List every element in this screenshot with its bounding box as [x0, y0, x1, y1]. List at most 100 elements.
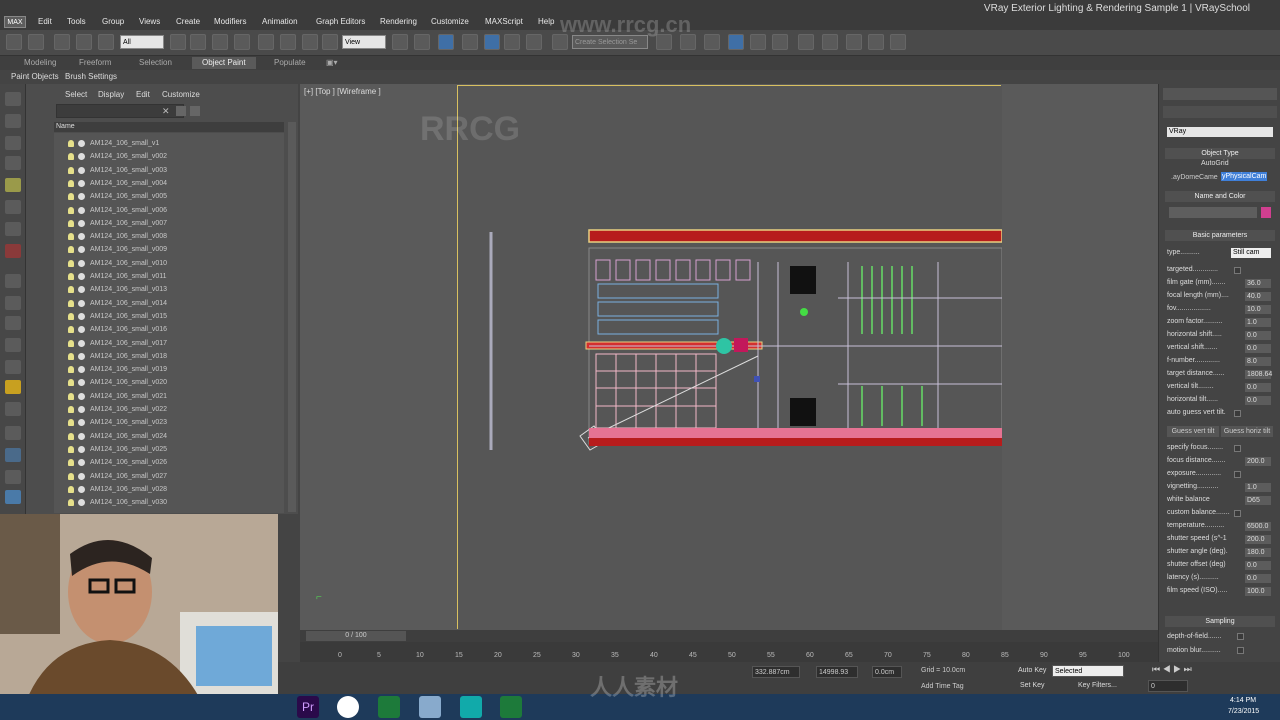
light-bulb-icon[interactable] — [68, 472, 74, 480]
param-spinner[interactable]: 0.0 — [1245, 383, 1271, 392]
tab-freeform[interactable]: Freeform — [79, 58, 111, 67]
renderer-category-select[interactable]: VRay — [1167, 127, 1273, 137]
track-bar[interactable]: 0 5 10 15 20 25 30 35 40 45 50 55 60 65 70 75 80 85 90 95 10… — [300, 642, 1158, 662]
recorder-app-icon[interactable] — [500, 696, 522, 718]
render-toggle-icon[interactable] — [78, 246, 85, 254]
menu-animation[interactable]: Animation — [262, 17, 298, 26]
select-object-icon[interactable] — [170, 34, 186, 50]
light-bulb-icon[interactable] — [68, 392, 74, 400]
ribbon-toggle-icon[interactable]: ▣▾ — [326, 58, 338, 67]
move-icon[interactable] — [258, 34, 274, 50]
autogrid-checkbox[interactable]: AutoGrid — [1201, 160, 1229, 167]
light-bulb-icon[interactable] — [68, 233, 74, 241]
light-bulb-icon[interactable] — [68, 299, 74, 307]
light-bulb-icon[interactable] — [68, 193, 74, 201]
render-toggle-icon[interactable] — [78, 326, 85, 334]
explorer-menu-customize[interactable]: Customize — [162, 90, 200, 99]
explorer-app-icon[interactable] — [419, 696, 441, 718]
param-checkbox[interactable] — [1234, 267, 1241, 274]
list-item[interactable]: AM124_106_small_v025 — [54, 443, 284, 456]
render-toggle-icon[interactable] — [78, 379, 85, 387]
param-spinner[interactable]: 200.0 — [1245, 535, 1271, 544]
list-item[interactable]: AM124_106_small_v002 — [54, 150, 284, 163]
light-bulb-icon[interactable] — [68, 432, 74, 440]
display-last-results-icon[interactable] — [5, 402, 21, 416]
explorer-menu-select[interactable]: Select — [65, 90, 87, 99]
scene-explorer-icon[interactable] — [728, 34, 744, 50]
param-checkbox[interactable] — [1234, 510, 1241, 517]
render-toggle-icon[interactable] — [78, 259, 85, 267]
playback-controls-icon[interactable]: ⏮ ◀ ▶ ⏭ — [1152, 664, 1192, 675]
display-bones-icon[interactable] — [5, 316, 21, 330]
param-spinner[interactable]: 200.0 — [1245, 457, 1271, 466]
list-item[interactable]: AM124_106_small_v1 — [54, 137, 284, 150]
angle-snap-icon[interactable] — [484, 34, 500, 50]
render-toggle-icon[interactable] — [78, 419, 85, 427]
menu-modifiers[interactable]: Modifiers — [214, 17, 246, 26]
list-item[interactable]: AM124_106_small_v026 — [54, 456, 284, 469]
layer-manager-icon[interactable] — [704, 34, 720, 50]
list-item[interactable]: AM124_106_small_v008 — [54, 230, 284, 243]
object-color-swatch[interactable] — [1261, 207, 1271, 218]
spinner-snap-icon[interactable] — [526, 34, 542, 50]
list-item[interactable]: AM124_106_small_v017 — [54, 337, 284, 350]
selection-filter-select[interactable]: All — [120, 35, 164, 49]
create-category-icons[interactable] — [1163, 106, 1277, 118]
app-logo-button[interactable]: MAX — [4, 16, 26, 28]
percent-snap-icon[interactable] — [504, 34, 520, 50]
manipulate-icon[interactable] — [414, 34, 430, 50]
list-item[interactable]: AM124_106_small_v020 — [54, 376, 284, 389]
param-spinner[interactable]: 10.0 — [1245, 305, 1271, 314]
display-all-icon[interactable] — [5, 136, 21, 150]
list-item[interactable]: AM124_106_small_v006 — [54, 204, 284, 217]
object-type-rollout[interactable]: Object Type — [1165, 148, 1275, 159]
list-item[interactable]: AM124_106_small_v014 — [54, 297, 284, 310]
render-toggle-icon[interactable] — [78, 179, 85, 187]
list-item[interactable]: AM124_106_small_v024 — [54, 430, 284, 443]
param-spinner[interactable]: 180.0 — [1245, 548, 1271, 557]
time-slider[interactable]: 0 / 100 — [300, 630, 1158, 642]
render-toggle-icon[interactable] — [78, 352, 85, 360]
light-bulb-icon[interactable] — [68, 259, 74, 267]
curve-editor-icon[interactable] — [750, 34, 766, 50]
param-spinner[interactable]: 36.0 — [1245, 279, 1271, 288]
render-toggle-icon[interactable] — [78, 233, 85, 241]
param-spinner[interactable]: 6500.0 — [1245, 522, 1271, 531]
render-toggle-icon[interactable] — [78, 459, 85, 467]
pivot-icon[interactable] — [392, 34, 408, 50]
display-frozen-icon[interactable] — [5, 360, 21, 374]
param-spinner[interactable]: 1808.64 — [1245, 370, 1272, 379]
render-toggle-icon[interactable] — [78, 366, 85, 374]
param-spinner[interactable]: 100.0 — [1245, 587, 1271, 596]
redo-icon[interactable] — [28, 34, 44, 50]
render-toggle-icon[interactable] — [78, 392, 85, 400]
menu-edit[interactable]: Edit — [38, 17, 52, 26]
list-item[interactable]: AM124_106_small_v018 — [54, 350, 284, 363]
menu-customize[interactable]: Customize — [431, 17, 469, 26]
param-checkbox[interactable] — [1234, 445, 1241, 452]
display-cameras-icon[interactable] — [5, 200, 21, 214]
globe-icon[interactable] — [5, 490, 21, 504]
guess-vert-tilt-button[interactable]: Guess vert tilt — [1167, 426, 1219, 437]
list-item[interactable]: AM124_106_small_v023 — [54, 416, 284, 429]
list-item[interactable]: AM124_106_small_v015 — [54, 310, 284, 323]
light-bulb-icon[interactable] — [68, 312, 74, 320]
list-item[interactable]: AM124_106_small_v016 — [54, 323, 284, 336]
auto-key-button[interactable]: Auto Key — [1018, 667, 1046, 674]
material-editor-icon[interactable] — [798, 34, 814, 50]
link-icon[interactable] — [54, 34, 70, 50]
guess-horiz-tilt-button[interactable]: Guess horiz tilt — [1221, 426, 1273, 437]
param-spinner[interactable]: 40.0 — [1245, 292, 1271, 301]
render-toggle-icon[interactable] — [78, 153, 85, 161]
name-column-header[interactable]: Name — [54, 122, 284, 132]
param-spinner[interactable]: 0.0 — [1245, 344, 1271, 353]
light-bulb-icon[interactable] — [68, 326, 74, 334]
teapot-icon[interactable] — [5, 92, 21, 106]
render-toggle-icon[interactable] — [78, 339, 85, 347]
depth-of-field-checkbox[interactable] — [1237, 633, 1244, 640]
ref-coord-select[interactable]: View — [342, 35, 386, 49]
render-toggle-icon[interactable] — [78, 485, 85, 493]
light-bulb-icon[interactable] — [68, 485, 74, 493]
light-bulb-icon[interactable] — [68, 206, 74, 214]
list-item[interactable]: AM124_106_small_v004 — [54, 177, 284, 190]
